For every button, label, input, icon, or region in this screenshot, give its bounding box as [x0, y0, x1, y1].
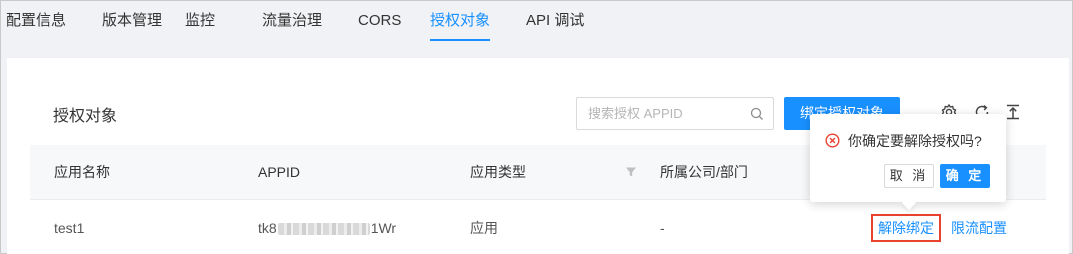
- tab-api-debug[interactable]: API 调试: [526, 1, 584, 43]
- rate-limit-config-link[interactable]: 限流配置: [951, 200, 1007, 254]
- cancel-button[interactable]: 取 消: [884, 164, 934, 188]
- close-circle-icon: [825, 133, 840, 148]
- search-input[interactable]: [577, 98, 747, 129]
- tab-bar: 配置信息 版本管理 监控 流量治理 CORS 授权对象 API 调试: [1, 1, 1072, 43]
- cell-app-type: 应用: [470, 220, 498, 236]
- appid-suffix: 1Wr: [370, 220, 397, 236]
- tab-monitoring[interactable]: 监控: [185, 1, 215, 43]
- redacted-appid: [277, 223, 370, 236]
- popover-message: 你确定要解除授权吗?: [848, 133, 982, 149]
- confirm-button[interactable]: 确 定: [940, 164, 990, 188]
- tab-config-info[interactable]: 配置信息: [6, 1, 66, 43]
- unbind-link[interactable]: 解除绑定: [871, 214, 941, 242]
- app-frame: 配置信息 版本管理 监控 流量治理 CORS 授权对象 API 调试 授权对象 …: [0, 0, 1073, 254]
- column-header-appid: APPID: [258, 164, 301, 180]
- tab-version-management[interactable]: 版本管理: [102, 1, 162, 43]
- table-row: test1 tk8 1Wr 应用 - 解除绑定 限流配置: [30, 199, 1046, 254]
- filter-icon[interactable]: [625, 166, 637, 178]
- column-header-app-name: 应用名称: [54, 164, 110, 180]
- column-header-app-type: 应用类型: [470, 164, 526, 180]
- tab-authorized-objects[interactable]: 授权对象: [430, 1, 491, 43]
- card-title: 授权对象: [53, 108, 118, 125]
- cell-company: -: [660, 220, 665, 236]
- tab-cors[interactable]: CORS: [358, 1, 401, 43]
- column-header-company-department: 所属公司/部门: [660, 164, 748, 180]
- tab-traffic-governance[interactable]: 流量治理: [262, 1, 322, 43]
- appid-prefix: tk8: [258, 220, 277, 236]
- export-icon[interactable]: [1004, 103, 1022, 121]
- search-box: [576, 97, 774, 130]
- unbind-confirm-popover: 你确定要解除授权吗? 取 消 确 定: [810, 114, 1006, 211]
- search-icon[interactable]: [749, 106, 765, 122]
- cell-app-name: test1: [54, 220, 85, 236]
- cell-appid: tk8 1Wr: [258, 200, 396, 254]
